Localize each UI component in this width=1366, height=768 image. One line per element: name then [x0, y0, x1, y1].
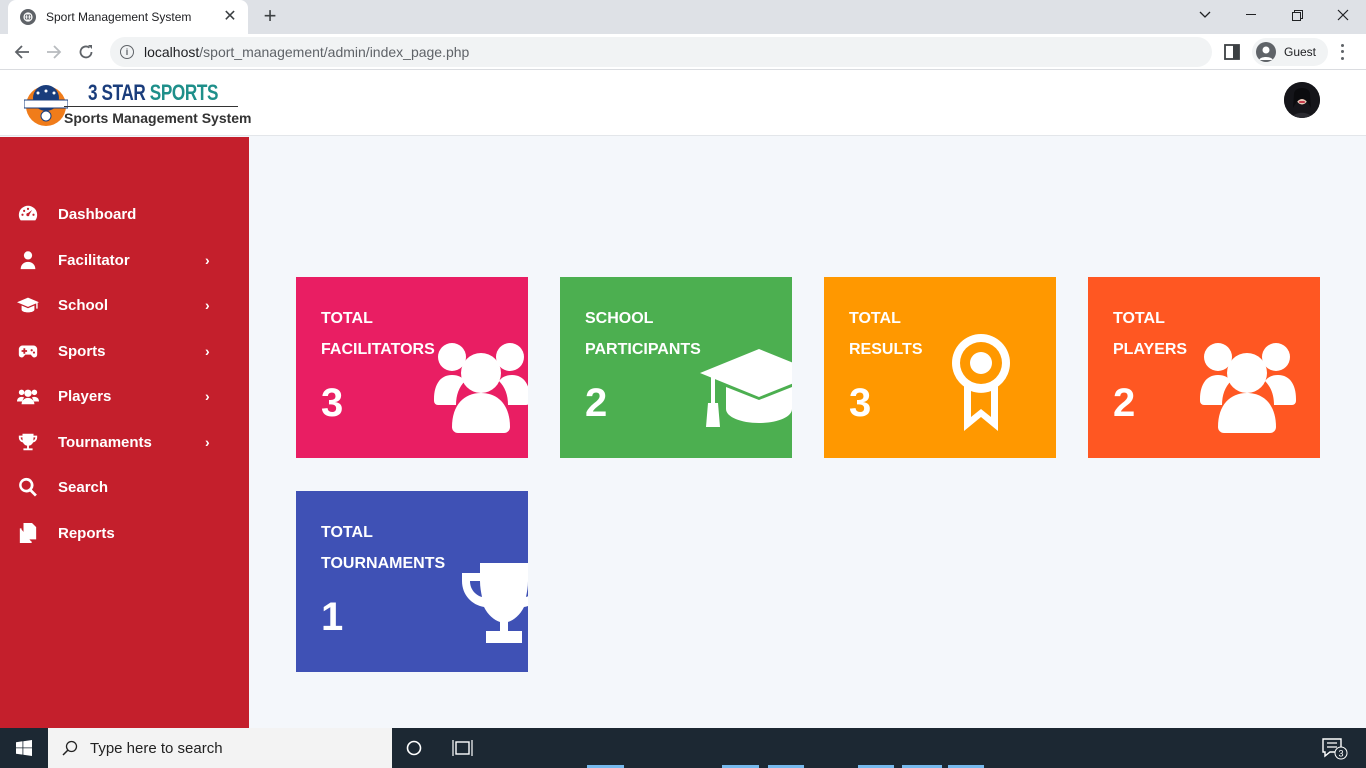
browser-tab-strip: Sport Management System ✕ +: [0, 0, 1366, 34]
sidebar-item-label: Sports: [58, 342, 106, 360]
users-icon: [1198, 341, 1298, 438]
forward-arrow-icon[interactable]: [40, 38, 68, 66]
cortana-icon[interactable]: [404, 738, 424, 758]
sidebar-item-search[interactable]: Search: [0, 467, 249, 507]
new-tab-button[interactable]: +: [258, 5, 282, 28]
sidebar-item-label: Dashboard: [58, 205, 137, 223]
chevron-right-icon: ›: [205, 343, 210, 359]
reports-icon: [16, 521, 40, 545]
logo-badge-icon: [24, 85, 68, 126]
card-count: 3: [321, 381, 344, 425]
sidebar-item-label: School: [58, 296, 109, 314]
sidebar-item-label: Players: [58, 387, 112, 405]
logo-divider: [64, 106, 238, 107]
guest-profile-icon: [1256, 42, 1276, 62]
back-arrow-icon[interactable]: [8, 38, 36, 66]
profile-label: Guest: [1284, 45, 1317, 59]
taskbar-search-input[interactable]: Type here to search: [48, 728, 392, 768]
sidebar-item-reports[interactable]: Reports: [0, 513, 249, 553]
notification-center-icon[interactable]: 3: [1322, 738, 1348, 760]
close-window-icon[interactable]: [1320, 0, 1366, 30]
users-icon: [16, 384, 40, 408]
taskbar-search-placeholder: Type here to search: [90, 739, 223, 757]
chevron-right-icon: ›: [205, 434, 210, 450]
sidebar-item-label: Reports: [58, 524, 115, 542]
profile-button[interactable]: Guest: [1252, 38, 1328, 66]
card-school-participants[interactable]: SCHOOL PARTICIPANTS 2: [560, 277, 792, 458]
user-avatar[interactable]: [1284, 82, 1320, 118]
tab-title: Sport Management System: [46, 10, 192, 24]
sidebar-item-players[interactable]: Players ›: [0, 376, 249, 416]
restore-icon[interactable]: [1274, 0, 1320, 30]
sidebar-item-label: Search: [58, 478, 109, 496]
chevron-right-icon: ›: [205, 252, 210, 268]
graduation-cap-icon: [16, 293, 40, 317]
address-bar[interactable]: i localhost/sport_management/admin/index…: [110, 37, 1212, 67]
gamepad-icon: [16, 339, 40, 363]
chevron-right-icon: ›: [205, 388, 210, 404]
globe-icon: [20, 9, 36, 25]
card-total-facilitators[interactable]: TOTAL FACILITATORS 3: [296, 277, 528, 458]
sidebar: Dashboard Facilitator › School › Sports …: [0, 137, 249, 728]
logo-title: 3 STAR SPORTS: [88, 80, 219, 105]
user-icon: [16, 248, 40, 272]
sidebar-item-sports[interactable]: Sports ›: [0, 331, 249, 371]
reload-icon[interactable]: [72, 38, 100, 66]
sidebar-item-tournaments[interactable]: Tournaments ›: [0, 422, 249, 462]
url-text: localhost/sport_management/admin/index_p…: [144, 44, 470, 60]
graduation-cap-icon: [700, 347, 792, 434]
browser-tab[interactable]: Sport Management System ✕: [8, 0, 248, 34]
search-icon: [62, 740, 78, 756]
app-header: 3 STAR SPORTS Sports Management System: [0, 70, 1366, 136]
trophy-icon: [16, 430, 40, 454]
logo-subtitle: Sports Management System: [64, 110, 252, 126]
browser-toolbar: i localhost/sport_management/admin/index…: [0, 34, 1366, 70]
card-title: TOTAL RESULTS: [849, 310, 923, 358]
minimize-icon[interactable]: [1228, 0, 1274, 30]
tab-search-dropdown-icon[interactable]: [1182, 0, 1228, 30]
card-total-results[interactable]: TOTAL RESULTS 3: [824, 277, 1056, 458]
sidebar-item-dashboard[interactable]: Dashboard: [0, 194, 249, 234]
search-icon: [16, 475, 40, 499]
notification-count: 3: [1338, 749, 1343, 759]
card-total-players[interactable]: TOTAL PLAYERS 2: [1088, 277, 1320, 458]
tab-close-icon[interactable]: ✕: [222, 9, 238, 25]
award-icon: [950, 333, 1012, 438]
card-count: 2: [585, 381, 608, 425]
sidebar-item-school[interactable]: School ›: [0, 285, 249, 325]
info-icon[interactable]: i: [120, 45, 134, 59]
windows-start-icon[interactable]: [0, 728, 48, 768]
card-count: 2: [1113, 381, 1136, 425]
sidebar-item-label: Facilitator: [58, 251, 130, 269]
sidebar-item-label: Tournaments: [58, 433, 152, 451]
task-view-icon[interactable]: [452, 738, 474, 758]
card-total-tournaments[interactable]: TOTAL TOURNAMENTS 1: [296, 491, 528, 672]
dashboard-icon: [16, 202, 40, 226]
card-count: 3: [849, 381, 872, 425]
site-logo[interactable]: 3 STAR SPORTS Sports Management System: [24, 80, 252, 130]
trophy-icon: [460, 561, 528, 648]
browser-menu-icon[interactable]: [1336, 42, 1348, 62]
chevron-right-icon: ›: [205, 297, 210, 313]
side-panel-icon[interactable]: [1222, 42, 1242, 62]
card-count: 1: [321, 595, 344, 639]
windows-taskbar: Type here to search 3: [0, 728, 1366, 768]
sidebar-item-facilitator[interactable]: Facilitator ›: [0, 240, 249, 280]
users-icon: [432, 341, 528, 438]
